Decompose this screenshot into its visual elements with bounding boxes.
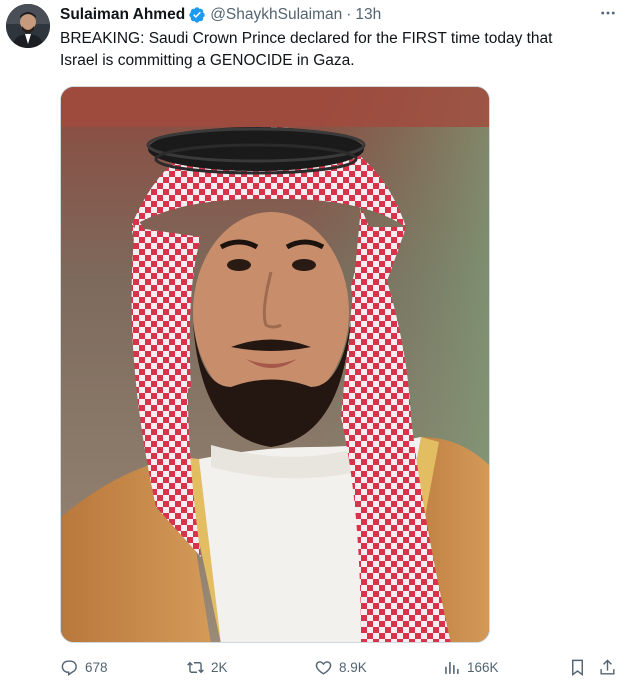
repost-icon (187, 661, 204, 673)
timestamp[interactable]: 13h (355, 6, 381, 24)
like-button[interactable]: 8.9K (314, 655, 367, 679)
repost-button[interactable]: 2K (186, 655, 228, 679)
reply-count: 678 (85, 659, 108, 675)
tweet-text: BREAKING: Saudi Crown Prince declared fo… (60, 28, 610, 72)
bookmark-button[interactable] (568, 655, 587, 679)
tweet-header: Sulaiman Ahmed @ShaykhSulaiman · 13h (60, 4, 381, 26)
bookmark-icon (572, 659, 583, 676)
views-count: 166K (467, 659, 499, 675)
tweet-text-line-2: Israel is committing a GENOCIDE in Gaza. (60, 52, 355, 69)
tweet-text-line-1: BREAKING: Saudi Crown Prince declared fo… (60, 30, 553, 47)
verified-badge-icon (188, 6, 206, 24)
more-dots-icon[interactable] (595, 2, 621, 24)
display-name[interactable]: Sulaiman Ahmed (60, 6, 185, 24)
views-chart-icon (445, 661, 459, 674)
separator-dot: · (346, 6, 352, 23)
tweet-photo[interactable] (60, 86, 490, 643)
avatar[interactable] (6, 4, 50, 48)
share-button[interactable] (598, 655, 617, 679)
heart-icon (315, 660, 332, 675)
action-bar: 678 2K 8.9K 166K (56, 655, 626, 679)
reply-icon (61, 659, 77, 676)
tweet[interactable]: Sulaiman Ahmed @ShaykhSulaiman · 13h BRE… (0, 0, 631, 684)
like-count: 8.9K (339, 659, 367, 675)
reply-button[interactable]: 678 (60, 655, 108, 679)
handle[interactable]: @ShaykhSulaiman (210, 6, 342, 24)
share-icon (600, 658, 615, 675)
views-button[interactable]: 166K (442, 655, 499, 679)
repost-count: 2K (211, 659, 228, 675)
